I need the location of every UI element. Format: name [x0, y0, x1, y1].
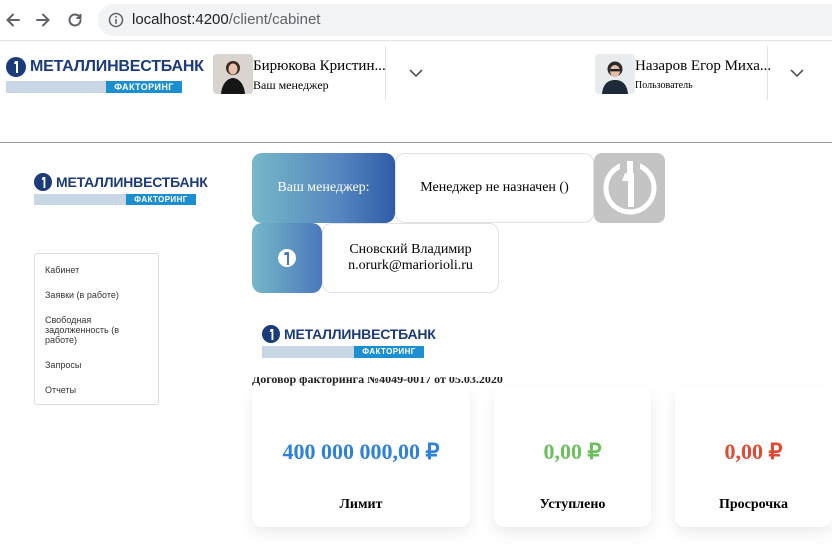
back-icon[interactable] — [1, 8, 25, 32]
chevron-down-icon[interactable] — [789, 66, 805, 78]
brand-sub: ФАКТОРИНГ — [106, 81, 182, 93]
bank-emblem-icon — [262, 325, 280, 343]
brand-name: МЕТАЛЛИНВЕСТБАНК — [30, 58, 204, 75]
sidebar-item-cabinet[interactable]: Кабинет — [45, 265, 150, 275]
sidebar-item-free-debt[interactable]: Свободная задолженность (в работе) — [45, 315, 150, 345]
sidebar-menu: Кабинет Заявки (в работе) Свободная задо… — [34, 253, 159, 405]
stat-label: Просрочка — [718, 497, 789, 512]
address-bar[interactable]: localhost:4200/client/cabinet — [98, 4, 832, 36]
contact-email[interactable]: n.orurk@mariorioli.ru — [323, 258, 498, 274]
user-role: Пользователь — [635, 80, 693, 91]
stat-label: Лимит — [339, 497, 383, 512]
url-text[interactable]: localhost:4200/client/cabinet — [132, 11, 320, 28]
bank-emblem-icon — [34, 173, 52, 191]
manager-role: Ваш менеджер — [253, 78, 329, 92]
site-info-icon[interactable] — [108, 12, 124, 33]
stat-card-overdue: 0,00 ₽ Просрочка — [675, 387, 832, 527]
bank-emblem-icon — [6, 57, 26, 77]
reload-icon[interactable] — [63, 8, 87, 32]
sidebar-item-queries[interactable]: Запросы — [45, 360, 150, 370]
manager-label-card: Ваш менеджер: — [252, 153, 395, 223]
divider — [767, 46, 768, 100]
manager-widget[interactable]: Бирюкова Кристин... Ваш менеджер — [213, 54, 386, 96]
stat-label: Уступлено — [539, 497, 606, 512]
forward-icon[interactable] — [31, 8, 55, 32]
stat-value: 400 000 000,00 ₽ — [282, 439, 440, 464]
user-widget[interactable]: Назаров Егор Миха... Пользователь — [595, 54, 771, 96]
stat-card-assigned: 0,00 ₽ Уступлено — [494, 387, 651, 527]
chevron-down-icon[interactable] — [408, 66, 424, 78]
contract-title: Договор факторинга №4049-0017 от 05.03.2… — [252, 377, 503, 386]
sidebar-item-requests-in-progress[interactable]: Заявки (в работе) — [45, 290, 150, 300]
url-host: localhost:4200 — [132, 11, 229, 28]
brand-name: МЕТАЛЛИНВЕСТБАНК — [56, 174, 208, 190]
divider — [385, 46, 386, 100]
url-path: /client/cabinet — [228, 11, 321, 28]
brand-sub: ФАКТОРИНГ — [126, 194, 196, 205]
browser-toolbar: localhost:4200/client/cabinet — [0, 0, 832, 41]
stat-card-limit: 400 000 000,00 ₽ Лимит — [252, 387, 470, 527]
brand-logo[interactable]: МЕТАЛЛИНВЕСТБАНК ФАКТОРИНГ — [6, 56, 204, 93]
bank-emblem-icon — [278, 249, 296, 267]
stat-value: 0,00 ₽ — [543, 439, 602, 464]
user-avatar — [595, 54, 635, 94]
contact-icon-card — [252, 223, 322, 293]
manager-avatar — [213, 54, 253, 94]
manager-value-card: Менеджер не назначен () — [395, 153, 594, 223]
main-logo: МЕТАЛЛИНВЕСТБАНК ФАКТОРИНГ — [262, 323, 436, 358]
brand-name: МЕТАЛЛИНВЕСТБАНК — [284, 326, 436, 342]
brand-sub: ФАКТОРИНГ — [354, 346, 424, 358]
user-name: Назаров Егор Миха... — [635, 58, 772, 74]
contact-card: Сновский Владимир n.orurk@mariorioli.ru — [322, 223, 499, 293]
stat-value: 0,00 ₽ — [724, 439, 783, 464]
sidebar-logo[interactable]: МЕТАЛЛИНВЕСТБАНК ФАКТОРИНГ — [34, 171, 208, 205]
manager-placeholder-image — [594, 153, 665, 223]
app-header: МЕТАЛЛИНВЕСТБАНК ФАКТОРИНГ Бирюкова Крис… — [0, 42, 832, 143]
sidebar-item-reports[interactable]: Отчеты — [45, 385, 150, 395]
manager-name: Бирюкова Кристин... — [253, 58, 386, 74]
contact-name: Сновский Владимир — [349, 242, 472, 257]
bank-emblem-icon — [603, 161, 656, 215]
